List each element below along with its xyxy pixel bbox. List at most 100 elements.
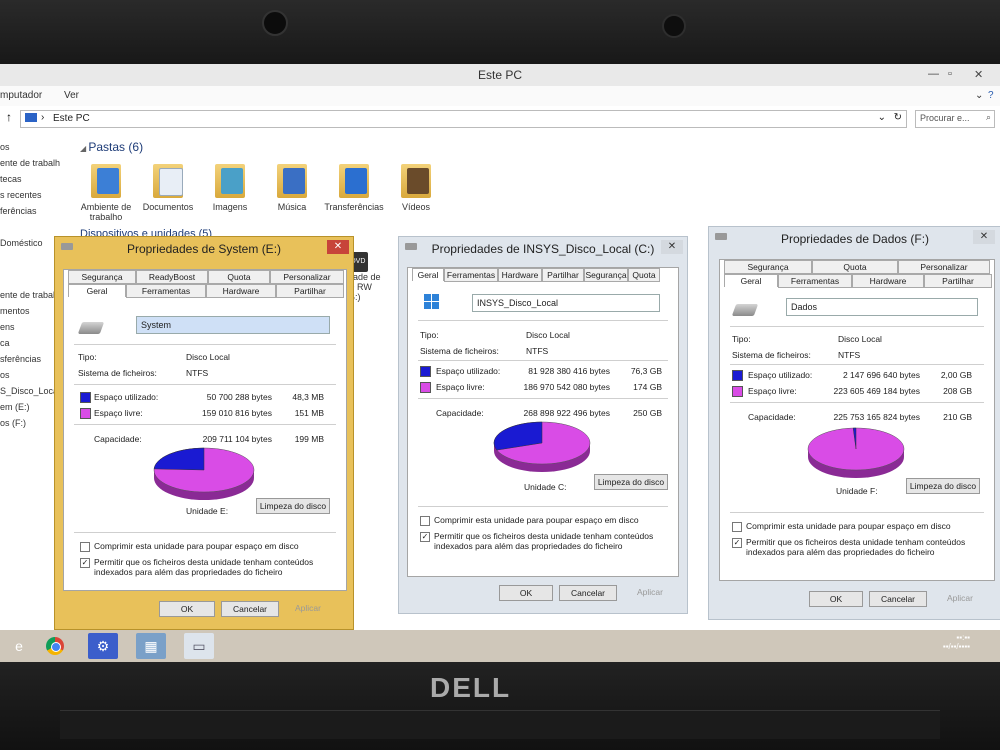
chevron-down-icon[interactable]: ⌄ [975, 90, 983, 101]
cancel-button[interactable]: Cancelar [221, 601, 279, 617]
folder-pictures[interactable]: Imagens [200, 162, 260, 212]
maximize-icon[interactable]: ▫ [948, 68, 952, 80]
index-checkbox[interactable]: ✓ [80, 558, 90, 568]
folders-section-header[interactable]: ◢ Pastas (6) [80, 140, 143, 154]
nav-item[interactable]: os (F:) [0, 418, 26, 428]
minimize-icon[interactable]: — [928, 68, 939, 80]
search-input[interactable]: Procurar e... ⌕ [915, 110, 995, 128]
apply-button[interactable]: Aplicar [295, 603, 321, 613]
nav-item[interactable]: ferências [0, 206, 37, 216]
tab-quota[interactable]: Quota [812, 260, 898, 274]
nav-item[interactable]: s recentes [0, 190, 42, 200]
cancel-button[interactable]: Cancelar [869, 591, 927, 607]
compress-checkbox[interactable] [732, 522, 742, 532]
tab-general[interactable]: Geral [724, 274, 778, 287]
drive-name-input[interactable]: INSYS_Disco_Local [472, 294, 660, 312]
nav-item[interactable]: os [0, 142, 10, 152]
nav-item[interactable]: mentos [0, 306, 30, 316]
compress-checkbox[interactable] [80, 542, 90, 552]
hard-drive-icon [731, 304, 759, 316]
network-icon[interactable]: ▦ [136, 633, 166, 659]
close-icon[interactable]: ✕ [327, 240, 349, 254]
disk-cleanup-button[interactable]: Limpeza do disco [256, 498, 330, 514]
folder-videos[interactable]: Vídeos [386, 162, 446, 212]
ok-button[interactable]: OK [809, 591, 863, 607]
separator [74, 384, 336, 385]
tab-hardware[interactable]: Hardware [852, 274, 924, 288]
apply-button[interactable]: Aplicar [637, 587, 663, 597]
folder-music[interactable]: Música [262, 162, 322, 212]
ribbon-tab-view[interactable]: Ver [64, 90, 79, 101]
address-field[interactable]: › Este PC ⌄ ↻ [20, 110, 907, 128]
nav-item[interactable]: S_Disco_Local [0, 386, 60, 396]
tab-security[interactable]: Segurança [584, 268, 628, 282]
tab-tools[interactable]: Ferramentas [778, 274, 852, 288]
folder-downloads[interactable]: Transferências [324, 162, 384, 212]
tab-general[interactable]: Geral [412, 268, 444, 281]
ok-button[interactable]: OK [159, 601, 215, 617]
tab-quota[interactable]: Quota [208, 270, 270, 284]
tab-security[interactable]: Segurança [68, 270, 136, 284]
nav-item[interactable]: ente de trabal [0, 290, 55, 300]
up-arrow-icon[interactable]: ↑ [6, 110, 12, 124]
apply-button[interactable]: Aplicar [947, 593, 973, 603]
address-bar-row: ↑ › Este PC ⌄ ↻ Procurar e... ⌕ [0, 106, 1000, 133]
close-icon[interactable]: ✕ [661, 240, 683, 254]
folder-label: Imagens [212, 202, 248, 212]
tab-hardware[interactable]: Hardware [206, 284, 276, 298]
chrome-icon[interactable] [40, 633, 70, 659]
tab-sharing[interactable]: Partilhar [276, 284, 344, 298]
disk-cleanup-button[interactable]: Limpeza do disco [594, 474, 668, 490]
tab-readyboost[interactable]: ReadyBoost [136, 270, 208, 284]
drive-name-input[interactable]: Dados [786, 298, 978, 316]
nav-item[interactable]: ens [0, 322, 15, 332]
nav-item[interactable]: sferências [0, 354, 41, 364]
separator [74, 532, 336, 533]
folder-label: Música [277, 202, 307, 212]
used-label: Espaço utilizado: [436, 366, 501, 376]
close-icon[interactable]: ✕ [973, 230, 995, 244]
ribbon-tab-computer[interactable]: mputador [0, 90, 42, 101]
ok-button[interactable]: OK [499, 585, 553, 601]
tab-customize[interactable]: Personalizar [270, 270, 344, 284]
nav-item[interactable]: Doméstico [0, 238, 43, 248]
used-size: 2,00 GB [940, 370, 972, 380]
tab-security[interactable]: Segurança [724, 260, 812, 274]
drive-name-input[interactable]: System [136, 316, 330, 334]
capacity-bytes: 268 898 922 496 bytes [523, 408, 611, 418]
tab-customize[interactable]: Personalizar [898, 260, 990, 274]
system-tray[interactable]: ▪▪:▪▪ ▪▪/▪▪/▪▪▪▪ [943, 633, 970, 651]
folder-documents[interactable]: Documentos [138, 162, 198, 212]
nav-item[interactable]: tecas [0, 174, 22, 184]
folder-desktop[interactable]: Ambiente de trabalho [76, 162, 136, 222]
refresh-icon[interactable]: ↻ [894, 112, 902, 123]
filesystem-label: Sistema de ficheiros: [732, 350, 811, 360]
nav-item[interactable]: ente de trabalh [0, 158, 60, 168]
disk-cleanup-button[interactable]: Limpeza do disco [906, 478, 980, 494]
compress-checkbox[interactable] [420, 516, 430, 526]
close-icon[interactable]: ✕ [974, 68, 983, 81]
tab-tools[interactable]: Ferramentas [126, 284, 206, 298]
pictures-folder-icon [213, 162, 247, 198]
tab-tools[interactable]: Ferramentas [444, 268, 498, 282]
nav-item[interactable]: em (E:) [0, 402, 30, 412]
tab-sharing[interactable]: Partilhar [542, 268, 584, 282]
index-checkbox[interactable]: ✓ [420, 532, 430, 542]
window-icon[interactable]: ▭ [184, 633, 214, 659]
folders-section-label: Pastas (6) [88, 140, 144, 154]
tab-general[interactable]: Geral [68, 284, 126, 297]
tab-sharing[interactable]: Partilhar [924, 274, 992, 288]
help-icon[interactable]: ? [988, 90, 994, 101]
tab-quota[interactable]: Quota [628, 268, 660, 282]
nav-item[interactable]: ca [0, 338, 10, 348]
taskbar: e ⚙ ▦ ▭ ▪▪:▪▪ ▪▪/▪▪/▪▪▪▪ [0, 630, 1000, 662]
ie-icon[interactable]: e [4, 633, 34, 659]
tab-hardware[interactable]: Hardware [498, 268, 542, 282]
dropdown-icon[interactable]: ⌄ [878, 112, 886, 123]
free-size: 208 GB [943, 386, 972, 396]
index-checkbox[interactable]: ✓ [732, 538, 742, 548]
capacity-size: 210 GB [943, 412, 972, 422]
cancel-button[interactable]: Cancelar [559, 585, 617, 601]
nav-item[interactable]: os [0, 370, 10, 380]
settings-icon[interactable]: ⚙ [88, 633, 118, 659]
